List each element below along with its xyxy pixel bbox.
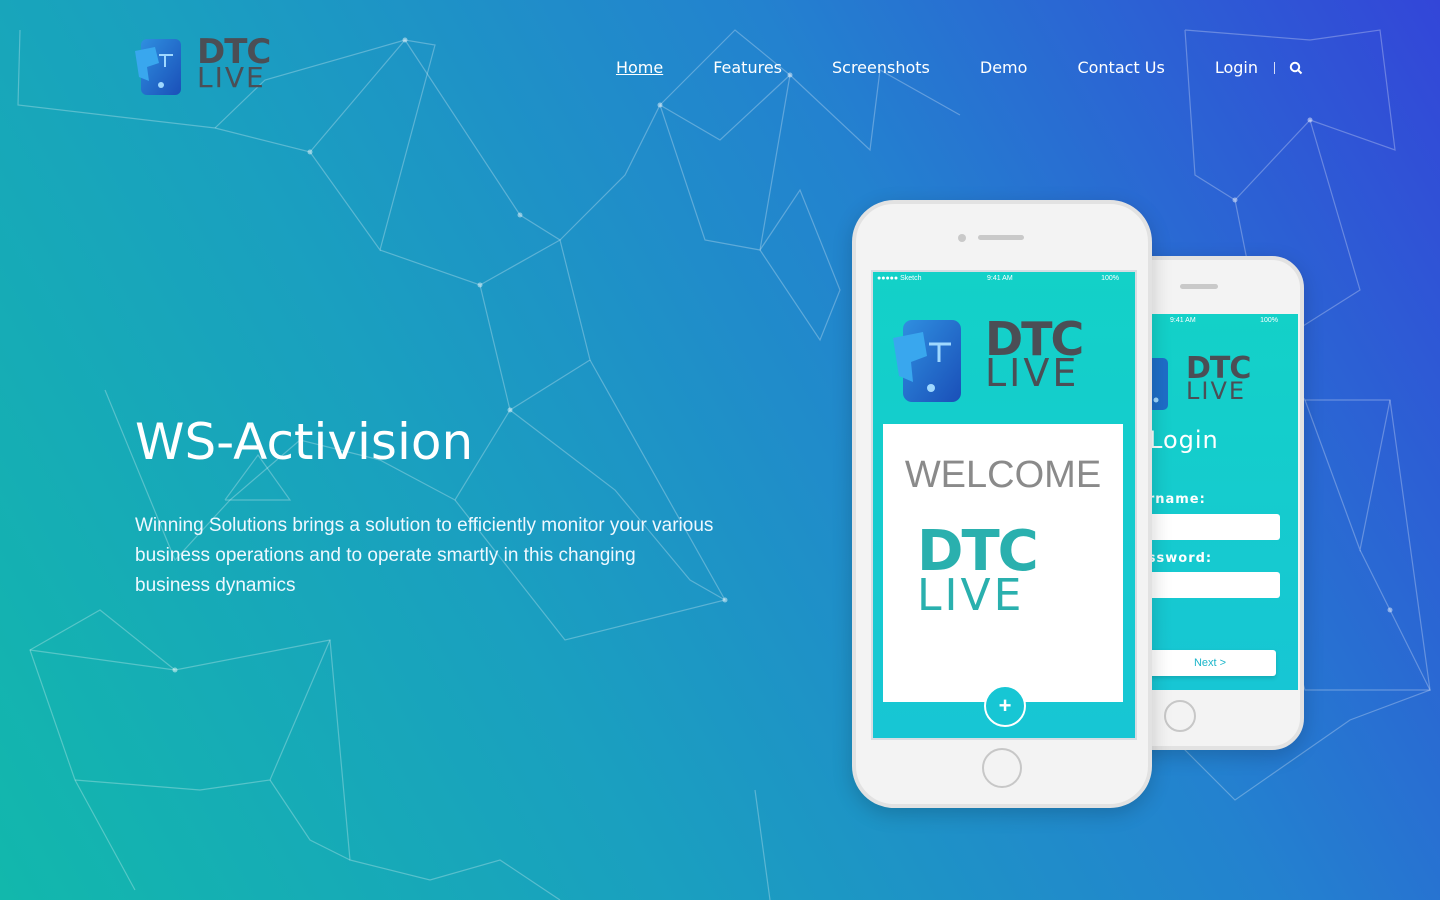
phone-logo-icon [135, 39, 181, 95]
next-button[interactable]: Next > [1144, 650, 1276, 676]
hero-description: Winning Solutions brings a solution to e… [135, 515, 714, 596]
username-input[interactable] [1144, 514, 1280, 540]
brand-wordmark: DTC LIVE [197, 35, 271, 94]
login-title: Login [1149, 426, 1219, 454]
home-button [1164, 700, 1196, 732]
nav-contact-us[interactable]: Contact Us [1077, 57, 1164, 79]
card-brand-line1: DTC [917, 519, 1039, 584]
hero-title: WS-Activision [135, 413, 474, 471]
screen-brand-line2: LIVE [985, 351, 1080, 395]
phone-speaker [978, 235, 1024, 240]
screen-brand-line2: LIVE [1186, 377, 1247, 405]
password-input[interactable] [1144, 572, 1280, 598]
home-button [982, 748, 1022, 788]
password-label: assword: [1144, 551, 1213, 566]
phone-mockup-welcome: ●●●●● Sketch 9:41 AM 100% DTC LIVE WELCO… [852, 200, 1152, 808]
nav-divider [1274, 62, 1275, 74]
nav-features[interactable]: Features [713, 57, 782, 79]
add-button[interactable]: + [984, 685, 1026, 727]
main-nav: Home Features Screenshots Demo Contact U… [566, 57, 1305, 79]
brand-logo[interactable]: DTC LIVE [135, 35, 287, 97]
welcome-heading: WELCOME [904, 454, 1102, 496]
nav-demo[interactable]: Demo [980, 57, 1028, 79]
username-label: ername: [1144, 492, 1206, 507]
status-bar: ●●●●● Sketch 9:41 AM 100% [873, 272, 1135, 286]
status-battery: 100% [1260, 317, 1278, 324]
nav-home[interactable]: Home [616, 57, 663, 79]
screen-brand: DTC LIVE [985, 316, 1084, 395]
welcome-screen: ●●●●● Sketch 9:41 AM 100% DTC LIVE WELCO… [871, 270, 1137, 740]
phone-speaker [1180, 284, 1218, 289]
nav-screenshots[interactable]: Screenshots [832, 57, 930, 79]
card-brand-line2: LIVE [917, 570, 1025, 621]
card-brand: DTC LIVE [917, 519, 1039, 621]
brand-line2: LIVE [197, 61, 266, 94]
phone-camera [958, 234, 966, 242]
status-time: 9:41 AM [1170, 317, 1196, 324]
login-screen: 9:41 AM 100% DTC LIVE Login ername: assw… [1144, 314, 1298, 690]
phone-logo-icon [893, 320, 961, 402]
status-battery: 100% [1101, 275, 1119, 282]
screen-brand: DTC LIVE [1186, 354, 1251, 405]
welcome-card: WELCOME DTC LIVE [883, 424, 1123, 702]
nav-login[interactable]: Login [1215, 57, 1258, 79]
search-icon[interactable] [1287, 59, 1305, 77]
status-carrier: ●●●●● Sketch [877, 275, 922, 282]
status-bar: 9:41 AM 100% [1144, 314, 1298, 328]
status-time: 9:41 AM [987, 275, 1013, 282]
